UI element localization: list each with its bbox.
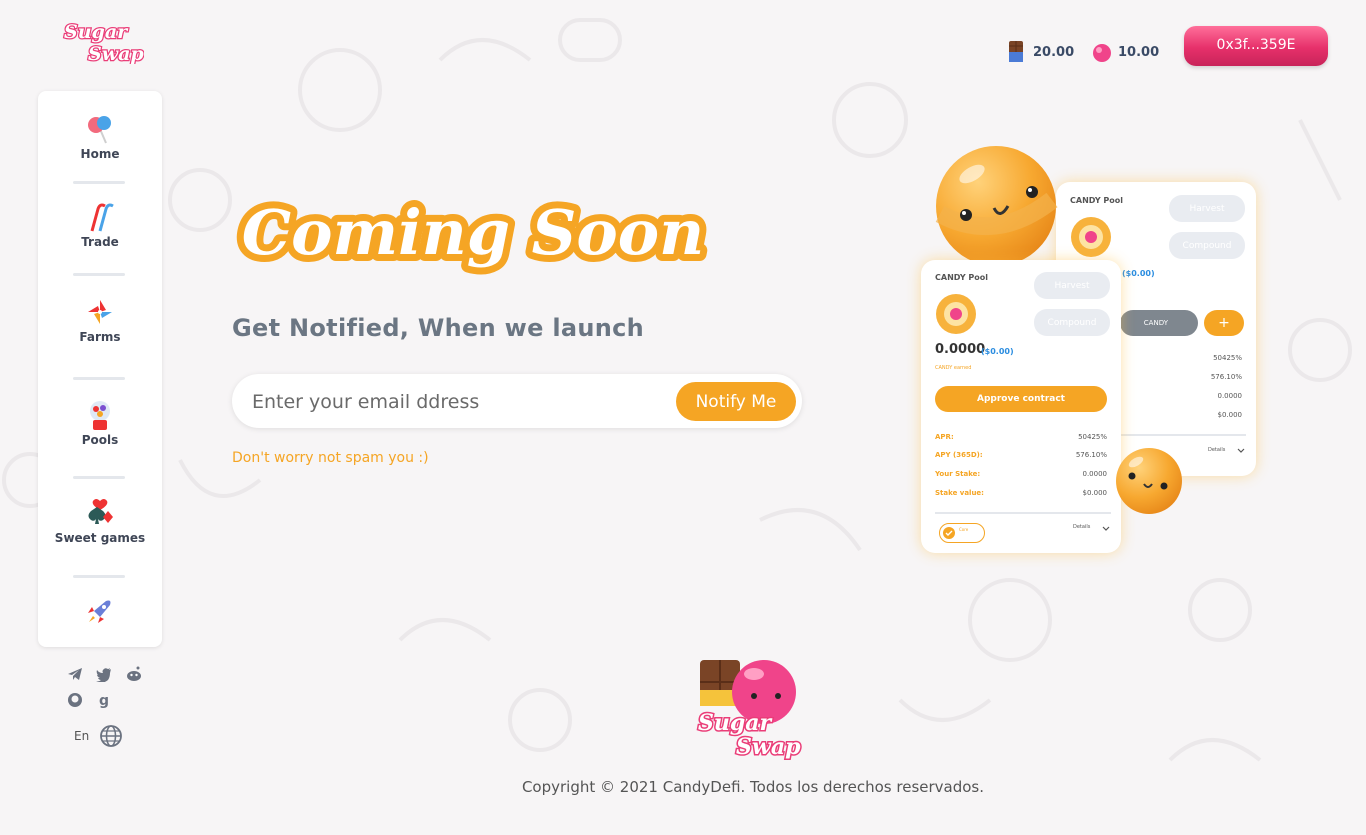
svg-text:Swap: Swap bbox=[88, 43, 144, 64]
sidebar-divider bbox=[73, 575, 125, 578]
social-links: g bbox=[64, 664, 148, 724]
pool-card-front: CANDY Pool Harvest Compound 0.0000 ($0.0… bbox=[921, 260, 1121, 553]
harvest-button: Harvest bbox=[1034, 272, 1110, 299]
add-stake-button: + bbox=[1204, 310, 1244, 336]
core-label: Core bbox=[959, 527, 969, 532]
language-label: En bbox=[74, 729, 90, 743]
card-divider bbox=[1116, 434, 1246, 436]
footer-logo-word-1: Sugar bbox=[698, 710, 773, 736]
sidebar-divider bbox=[73, 377, 125, 380]
telegram-icon[interactable] bbox=[67, 666, 83, 682]
candy-token-icon bbox=[936, 294, 976, 334]
language-selector[interactable]: En bbox=[74, 724, 123, 748]
twitter-icon[interactable] bbox=[96, 666, 112, 682]
footer-logo-word-2: Swap bbox=[736, 734, 801, 760]
no-spam-note: Don't worry not spam you :) bbox=[232, 450, 429, 466]
svg-text:Sugar: Sugar bbox=[64, 21, 129, 43]
details-label: Details bbox=[1208, 447, 1226, 453]
chocolate-icon bbox=[1009, 41, 1023, 62]
stake-value-label: Stake value: bbox=[935, 489, 984, 497]
pink-candy-icon bbox=[1093, 44, 1111, 62]
svg-text:g: g bbox=[99, 693, 109, 708]
sidebar-item-pools[interactable]: Pools bbox=[38, 399, 162, 447]
harvest-button: Harvest bbox=[1169, 195, 1245, 222]
reddit-icon[interactable] bbox=[126, 666, 142, 682]
sidebar-item-trade[interactable]: Trade bbox=[38, 201, 162, 249]
apy-value: 576.10% bbox=[1210, 373, 1242, 381]
compound-button: Compound bbox=[1034, 309, 1110, 336]
stake-usd-value: $0.000 bbox=[1217, 411, 1243, 419]
sugarswap-logo[interactable]: Sugar Swap bbox=[62, 18, 146, 67]
sidebar-divider bbox=[73, 181, 125, 184]
candy-cane-icon bbox=[90, 203, 114, 232]
pool-title: CANDY Pool bbox=[935, 273, 988, 282]
chocolate-balance: 20.00 bbox=[1007, 38, 1074, 66]
sidebar-item-launch[interactable] bbox=[38, 595, 162, 627]
chevron-down-icon bbox=[1237, 448, 1245, 453]
stake-value: 0.0000 bbox=[1217, 392, 1243, 400]
apr-value: 50425% bbox=[1213, 354, 1242, 362]
sidebar-item-farms[interactable]: Farms bbox=[38, 296, 162, 344]
rocket-icon bbox=[88, 600, 111, 623]
earned-label: CANDY earned bbox=[935, 365, 972, 371]
chocolate-balance-value: 20.00 bbox=[1033, 44, 1075, 60]
sidebar-item-sweet-games[interactable]: Sweet games bbox=[38, 497, 162, 545]
candy-balance: 10.00 bbox=[1092, 38, 1159, 66]
sidebar-item-label: Pools bbox=[81, 433, 119, 447]
candy-balance-value: 10.00 bbox=[1118, 44, 1160, 60]
sidebar-item-label: Home bbox=[80, 147, 120, 161]
lollipop-icon bbox=[88, 116, 111, 144]
orange-candy-character bbox=[935, 146, 1058, 266]
sidebar-item-label: Trade bbox=[81, 235, 119, 249]
sugarswap-footer-logo: Sugar Swap bbox=[692, 652, 804, 764]
gitbook-icon[interactable]: g bbox=[96, 692, 112, 708]
email-input[interactable] bbox=[250, 386, 654, 418]
candy-token-icon bbox=[1071, 217, 1111, 257]
apy-value: 576.10% bbox=[1075, 451, 1107, 459]
details-label: Details bbox=[1073, 524, 1091, 530]
chevron-down-icon bbox=[1102, 526, 1110, 531]
your-stake-value: 0.0000 bbox=[1082, 470, 1108, 478]
pool-title: CANDY Pool bbox=[1070, 196, 1123, 205]
sidebar: Home Trade Farms Pools Sweet games bbox=[38, 91, 162, 647]
sidebar-item-label: Farms bbox=[79, 330, 121, 344]
usd-value: ($0.00) bbox=[1122, 269, 1155, 278]
earned-amount: 0.0000 bbox=[935, 342, 986, 357]
sidebar-item-home[interactable]: Home bbox=[38, 113, 162, 161]
small-orange-candy-character bbox=[1116, 448, 1182, 514]
sidebar-item-label: Sweet games bbox=[54, 531, 146, 545]
usd-value: ($0.00) bbox=[981, 347, 1014, 356]
subtitle: Get Notified, When we launch bbox=[232, 314, 645, 342]
your-stake-label: Your Stake: bbox=[935, 470, 981, 478]
compound-button: Compound bbox=[1169, 232, 1245, 259]
gumball-machine-icon bbox=[90, 401, 110, 430]
copyright-text: Copyright © 2021 CandyDefi. Todos los de… bbox=[521, 778, 985, 796]
card-divider bbox=[935, 512, 1111, 514]
apr-value: 50425% bbox=[1078, 433, 1107, 441]
stake-candy-button: CANDY bbox=[1120, 310, 1198, 336]
coming-soon-title: Coming Soon bbox=[228, 162, 718, 302]
coming-soon-text: Coming Soon bbox=[242, 196, 704, 269]
wallet-address-button[interactable]: 0x3f...359E bbox=[1184, 26, 1328, 66]
pinwheel-icon bbox=[88, 300, 112, 324]
core-badge: Core bbox=[939, 523, 985, 543]
approve-contract-button: Approve contract bbox=[935, 386, 1107, 412]
apr-label: APR: bbox=[935, 433, 954, 441]
sidebar-divider bbox=[73, 476, 125, 479]
stake-value-value: $0.000 bbox=[1082, 489, 1108, 497]
apy-label: APY (365D): bbox=[935, 451, 983, 459]
check-icon bbox=[943, 527, 955, 539]
email-form: Notify Me bbox=[232, 374, 802, 428]
sidebar-divider bbox=[73, 273, 125, 276]
notify-me-button[interactable]: Notify Me bbox=[676, 382, 796, 421]
globe-icon bbox=[100, 725, 123, 747]
card-suits-icon bbox=[88, 499, 113, 524]
github-icon[interactable] bbox=[67, 692, 83, 708]
